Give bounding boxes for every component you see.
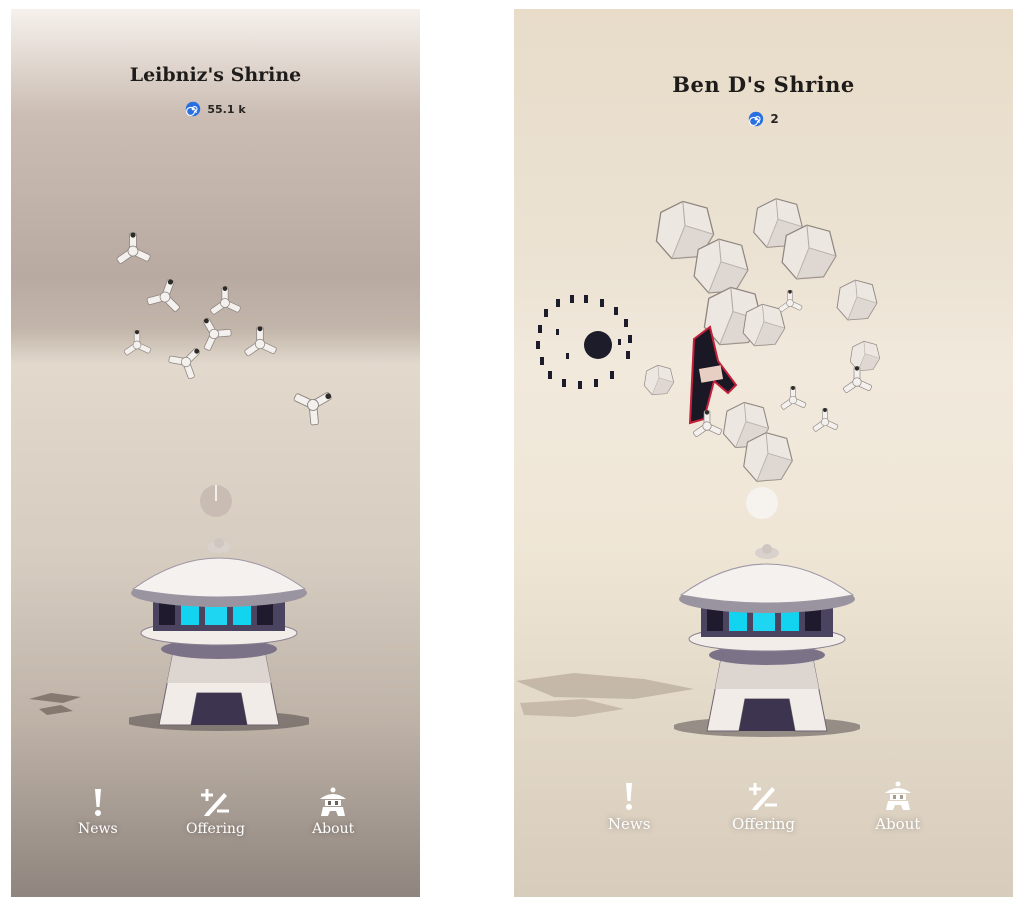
nav-about-label: About [875,815,921,833]
floating-rock [693,238,749,294]
floating-tetrapod [190,309,236,354]
floating-tetrapod [780,385,807,411]
bottom-nav: News Offering About [514,781,1013,833]
floating-tetrapod [123,329,152,356]
shrine-lantern-icon [884,781,911,810]
floating-rock [836,279,878,321]
floating-tetrapod [290,378,342,430]
floating-rock [742,303,786,347]
offering-count: 55.1 k [207,102,246,116]
page-title: Leibniz's Shrine [129,64,302,86]
shrine-scene [516,198,881,738]
floating-tetrapod [144,273,189,316]
shrine-screen-leibniz: Leibniz's Shrine 55.1 k News Offering Ab… [11,9,420,897]
offering-progress-circle [746,487,778,519]
plus-minus-pencil-icon [201,789,230,816]
swirl-icon [186,101,201,117]
nav-news-button[interactable]: News [584,781,674,833]
plus-minus-pencil-icon [749,783,778,810]
nav-news-label: News [77,821,118,837]
floating-rock [743,432,793,482]
shrine-lantern[interactable] [124,537,314,732]
shrine-lantern-icon [320,787,347,816]
floating-tetrapod [777,289,803,313]
floating-tetrapod [209,285,242,316]
floating-tetrapod [243,325,278,358]
exclamation-icon [94,789,101,816]
bottom-nav: News Offering About [11,787,420,837]
shrine-lantern[interactable] [672,543,862,738]
shrine-screen-ben-d: Ben D's Shrine 2 News Offering About [514,9,1013,897]
nav-news-button[interactable]: News [53,787,143,837]
nav-offering-label: Offering [186,821,245,837]
floating-tetrapod [165,337,211,384]
floating-tetrapod [115,231,152,265]
shrine-scene [29,231,342,732]
exclamation-icon [626,783,633,810]
nav-offering-button[interactable]: Offering [718,781,808,833]
floating-rock [849,340,881,372]
offering-count: 2 [770,112,779,126]
nav-about-button[interactable]: About [853,781,943,833]
offering-counter: 55.1 k [11,101,420,117]
nav-news-label: News [607,815,651,833]
swirl-icon [749,111,764,127]
nav-about-button[interactable]: About [288,787,378,837]
floating-rock [781,224,837,280]
loading-spinner [536,295,632,389]
nav-offering-label: Offering [731,815,796,833]
offering-counter: 2 [514,111,1013,127]
nav-offering-button[interactable]: Offering [170,787,260,837]
floating-tetrapod [812,407,839,433]
page-title: Ben D's Shrine [672,72,855,97]
nav-about-label: About [312,821,355,837]
floating-rock [643,364,675,396]
